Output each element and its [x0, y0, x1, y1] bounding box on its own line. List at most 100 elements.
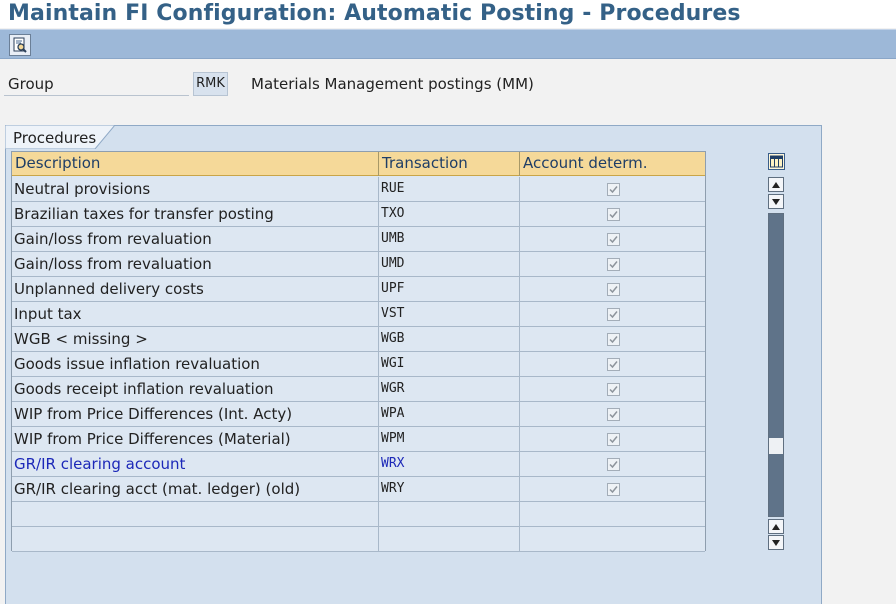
table-row[interactable]	[12, 502, 705, 527]
cell-transaction: RUE	[379, 177, 520, 201]
cell-account-determ	[520, 302, 705, 326]
column-header-transaction[interactable]: Transaction	[379, 152, 520, 176]
table-row[interactable]: Goods issue inflation revaluation WGI	[12, 352, 705, 377]
document-search-button[interactable]	[9, 34, 31, 56]
table-row[interactable]: Goods receipt inflation revaluation WGR	[12, 377, 705, 402]
cell-description	[12, 527, 379, 551]
checkmark-icon	[609, 185, 618, 193]
cell-account-determ	[520, 452, 705, 476]
scroll-thumb[interactable]	[769, 214, 783, 438]
scroll-down-button[interactable]	[768, 194, 784, 209]
column-header-description[interactable]: Description	[12, 152, 379, 176]
cell-account-determ	[520, 202, 705, 226]
checkmark-icon	[609, 310, 618, 318]
table-row[interactable]: WIP from Price Differences (Int. Acty) WP…	[12, 402, 705, 427]
cell-description: Goods issue inflation revaluation	[12, 352, 379, 376]
checkmark-icon	[609, 485, 618, 493]
cell-account-determ	[520, 477, 705, 501]
arrow-down-icon	[772, 198, 780, 205]
cell-transaction: UPF	[379, 277, 520, 301]
table-row[interactable]: GR/IR clearing acct (mat. ledger) (old) W…	[12, 477, 705, 502]
cell-account-determ	[520, 252, 705, 276]
account-determ-checkbox	[607, 457, 620, 471]
cell-account-determ	[520, 277, 705, 301]
procedures-table: Description Transaction Account determ. …	[11, 151, 706, 552]
cell-transaction: UMB	[379, 227, 520, 251]
scroll-track[interactable]	[768, 213, 784, 517]
cell-transaction: TXO	[379, 202, 520, 226]
arrow-down-icon	[772, 539, 780, 546]
scroll-track-lower	[769, 454, 783, 516]
table-header: Description Transaction Account determ.	[12, 152, 705, 176]
checkmark-icon	[609, 410, 618, 418]
table-row[interactable]: Input tax VST	[12, 302, 705, 327]
table-body: Neutral provisions RUE Brazilian taxes for…	[12, 177, 705, 552]
checkmark-icon	[609, 435, 618, 443]
cell-description: WIP from Price Differences (Material)	[12, 427, 379, 451]
table-settings-icon	[770, 155, 783, 168]
account-determ-checkbox	[607, 357, 620, 371]
group-label: Group	[4, 72, 189, 96]
group-field[interactable]: RMK	[193, 72, 228, 96]
cell-description: Neutral provisions	[12, 177, 379, 201]
account-determ-checkbox	[607, 282, 620, 296]
scroll-up-button[interactable]	[768, 177, 784, 192]
account-determ-checkbox	[607, 407, 620, 421]
cell-description: WIP from Price Differences (Int. Acty)	[12, 402, 379, 426]
cell-description: Gain/loss from revaluation	[12, 227, 379, 251]
cell-account-determ	[520, 327, 705, 351]
page-title: Maintain FI Configuration: Automatic Pos…	[8, 1, 741, 26]
table-row[interactable]: Gain/loss from revaluation UMD	[12, 252, 705, 277]
cell-description	[12, 502, 379, 526]
group-description: Materials Management postings (MM)	[251, 75, 534, 93]
cell-transaction: WPA	[379, 402, 520, 426]
account-determ-checkbox	[607, 382, 620, 396]
account-determ-checkbox	[607, 432, 620, 446]
table-row[interactable]: Neutral provisions RUE	[12, 177, 705, 202]
title-bar: Maintain FI Configuration: Automatic Pos…	[0, 0, 896, 28]
cell-description: Input tax	[12, 302, 379, 326]
cell-transaction	[379, 527, 520, 551]
cell-description: WGB < missing >	[12, 327, 379, 351]
cell-transaction: WRY	[379, 477, 520, 501]
account-determ-checkbox	[607, 257, 620, 271]
application-toolbar	[0, 29, 896, 59]
cell-transaction: WGB	[379, 327, 520, 351]
cell-transaction: VST	[379, 302, 520, 326]
cell-account-determ	[520, 177, 705, 201]
cell-transaction: WPM	[379, 427, 520, 451]
cell-account-determ	[520, 502, 705, 526]
cell-account-determ	[520, 427, 705, 451]
column-header-account-determ[interactable]: Account determ.	[520, 152, 705, 176]
table-row[interactable]: Gain/loss from revaluation UMB	[12, 227, 705, 252]
account-determ-checkbox	[607, 332, 620, 346]
vertical-scrollbar[interactable]	[768, 177, 784, 551]
table-row[interactable]: WIP from Price Differences (Material) WPM	[12, 427, 705, 452]
cell-transaction	[379, 502, 520, 526]
cell-account-determ	[520, 377, 705, 401]
table-row[interactable]: Brazilian taxes for transfer posting TXO	[12, 202, 705, 227]
account-determ-checkbox	[607, 307, 620, 321]
checkmark-icon	[609, 260, 618, 268]
table-row[interactable]: Unplanned delivery costs UPF	[12, 277, 705, 302]
checkmark-icon	[609, 235, 618, 243]
table-row[interactable]	[12, 527, 705, 552]
cell-description: Brazilian taxes for transfer posting	[12, 202, 379, 226]
page-up-button[interactable]	[768, 519, 784, 534]
procedures-title: Procedures	[13, 129, 97, 147]
document-search-icon	[13, 37, 27, 53]
account-determ-checkbox	[607, 207, 620, 221]
checkmark-icon	[609, 460, 618, 468]
table-settings-button[interactable]	[768, 153, 785, 170]
checkmark-icon	[609, 360, 618, 368]
cell-account-determ	[520, 402, 705, 426]
cell-account-determ	[520, 227, 705, 251]
table-row[interactable]: WGB < missing > WGB	[12, 327, 705, 352]
cell-description: Gain/loss from revaluation	[12, 252, 379, 276]
checkmark-icon	[609, 335, 618, 343]
table-row[interactable]: GR/IR clearing account WRX	[12, 452, 705, 477]
page-down-button[interactable]	[768, 535, 784, 550]
cell-transaction: WRX	[379, 452, 520, 476]
account-determ-checkbox	[607, 182, 620, 196]
checkmark-icon	[609, 285, 618, 293]
